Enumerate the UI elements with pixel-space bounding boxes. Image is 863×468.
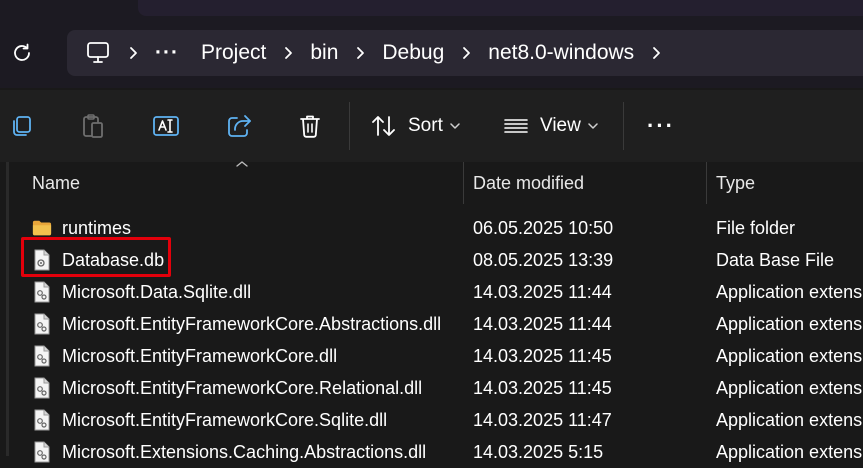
rename-button[interactable]	[149, 106, 183, 146]
file-type: Application extensi	[716, 377, 863, 398]
delete-button[interactable]	[293, 106, 327, 146]
rename-icon	[153, 116, 179, 136]
column-header-date[interactable]: Date modified	[473, 162, 693, 204]
breadcrumb: ··· Project bin Debug net8.0-windows	[67, 30, 863, 76]
refresh-button[interactable]	[8, 39, 36, 67]
date-modified: 14.03.2025 11:45	[473, 377, 612, 398]
folder-icon	[32, 220, 52, 236]
chevron-right-icon[interactable]	[634, 46, 678, 60]
paste-button[interactable]	[76, 106, 110, 146]
command-bar: Sort View ···	[0, 90, 863, 162]
file-name: Microsoft.Data.Sqlite.dll	[62, 281, 252, 302]
view-icon	[504, 119, 528, 133]
date-modified: 06.05.2025 10:50	[473, 217, 614, 238]
file-name: runtimes	[62, 217, 132, 238]
list-item[interactable]: Microsoft.Data.Sqlite.dll 14.03.2025 11:…	[0, 276, 863, 308]
chevron-right-icon[interactable]	[266, 46, 310, 60]
column-header-type[interactable]: Type	[716, 162, 856, 204]
breadcrumb-item-bin[interactable]: bin	[310, 41, 338, 65]
more-options-button[interactable]: ···	[643, 106, 679, 146]
list-item[interactable]: Microsoft.Extensions.Caching.Abstraction…	[0, 436, 863, 468]
dll-file-icon	[34, 409, 50, 431]
breadcrumb-item-net8-windows[interactable]: net8.0-windows	[488, 41, 634, 65]
title-tab-area	[138, 0, 863, 16]
this-pc-button[interactable]	[85, 41, 111, 65]
date-modified: 14.03.2025 5:15	[473, 441, 604, 462]
file-type: File folder	[716, 217, 796, 238]
list-item[interactable]: Microsoft.EntityFrameworkCore.Abstractio…	[0, 308, 863, 340]
sort-icon	[372, 116, 395, 136]
dll-file-icon	[34, 345, 50, 367]
file-name: Microsoft.EntityFrameworkCore.Sqlite.dll	[62, 409, 388, 430]
breadcrumb-item-project[interactable]: Project	[201, 41, 266, 65]
dll-file-icon	[34, 313, 50, 335]
chevron-right-icon[interactable]	[338, 46, 382, 60]
file-type: Application extensi	[716, 441, 863, 462]
file-name: Microsoft.EntityFrameworkCore.dll	[62, 345, 338, 366]
copy-button[interactable]	[6, 106, 36, 146]
copy-icon	[13, 116, 31, 136]
sort-button[interactable]: Sort	[370, 106, 461, 146]
column-header-row: Name Date modified Type	[0, 161, 863, 204]
dll-file-icon	[34, 441, 50, 463]
sort-label: Sort	[408, 115, 443, 136]
paste-icon	[83, 114, 103, 138]
file-name: Microsoft.EntityFrameworkCore.Abstractio…	[62, 313, 442, 334]
column-header-name[interactable]: Name	[32, 162, 452, 204]
date-modified: 14.03.2025 11:44	[473, 281, 612, 302]
column-resize-handle[interactable]	[463, 162, 464, 204]
dll-file-icon	[34, 377, 50, 399]
file-type: Application extensi	[716, 313, 863, 334]
file-name: Microsoft.EntityFrameworkCore.Relational…	[62, 377, 423, 398]
window-top-strip	[0, 0, 863, 22]
list-item[interactable]: Microsoft.EntityFrameworkCore.Sqlite.dll…	[0, 404, 863, 436]
chevron-down-icon	[450, 123, 460, 129]
toolbar-divider	[349, 102, 350, 150]
share-button[interactable]	[222, 106, 256, 146]
refresh-icon	[14, 43, 30, 61]
dll-file-icon	[34, 281, 50, 303]
delete-icon	[300, 115, 320, 138]
highlight-annotation-box	[21, 237, 171, 277]
chevron-right-icon[interactable]	[444, 46, 488, 60]
view-button[interactable]: View	[502, 106, 599, 146]
chevron-down-icon	[588, 123, 598, 129]
file-type: Application extensi	[716, 281, 863, 302]
file-type: Data Base File	[716, 249, 835, 270]
date-modified: 14.03.2025 11:44	[473, 313, 612, 334]
column-resize-handle[interactable]	[706, 162, 707, 204]
file-name: Microsoft.Extensions.Caching.Abstraction…	[62, 441, 427, 462]
chevron-right-icon[interactable]	[111, 46, 155, 60]
more-icon: ···	[647, 113, 675, 138]
file-list: Name Date modified Type runtimes 06.05.2…	[0, 161, 863, 463]
file-type: Application extensi	[716, 409, 863, 430]
file-type: Application extensi	[716, 345, 863, 366]
breadcrumb-overflow-button[interactable]: ···	[155, 41, 179, 65]
list-item[interactable]: Microsoft.EntityFrameworkCore.Relational…	[0, 372, 863, 404]
computer-icon	[87, 42, 109, 63]
address-bar-row: ··· Project bin Debug net8.0-windows	[0, 22, 863, 88]
view-label: View	[540, 115, 581, 136]
share-icon	[228, 115, 251, 137]
toolbar-divider	[623, 102, 624, 150]
date-modified: 14.03.2025 11:45	[473, 345, 612, 366]
date-modified: 14.03.2025 11:47	[473, 409, 612, 430]
breadcrumb-item-debug[interactable]: Debug	[382, 41, 444, 65]
date-modified: 08.05.2025 13:39	[473, 249, 614, 270]
list-item[interactable]: Microsoft.EntityFrameworkCore.dll 14.03.…	[0, 340, 863, 372]
